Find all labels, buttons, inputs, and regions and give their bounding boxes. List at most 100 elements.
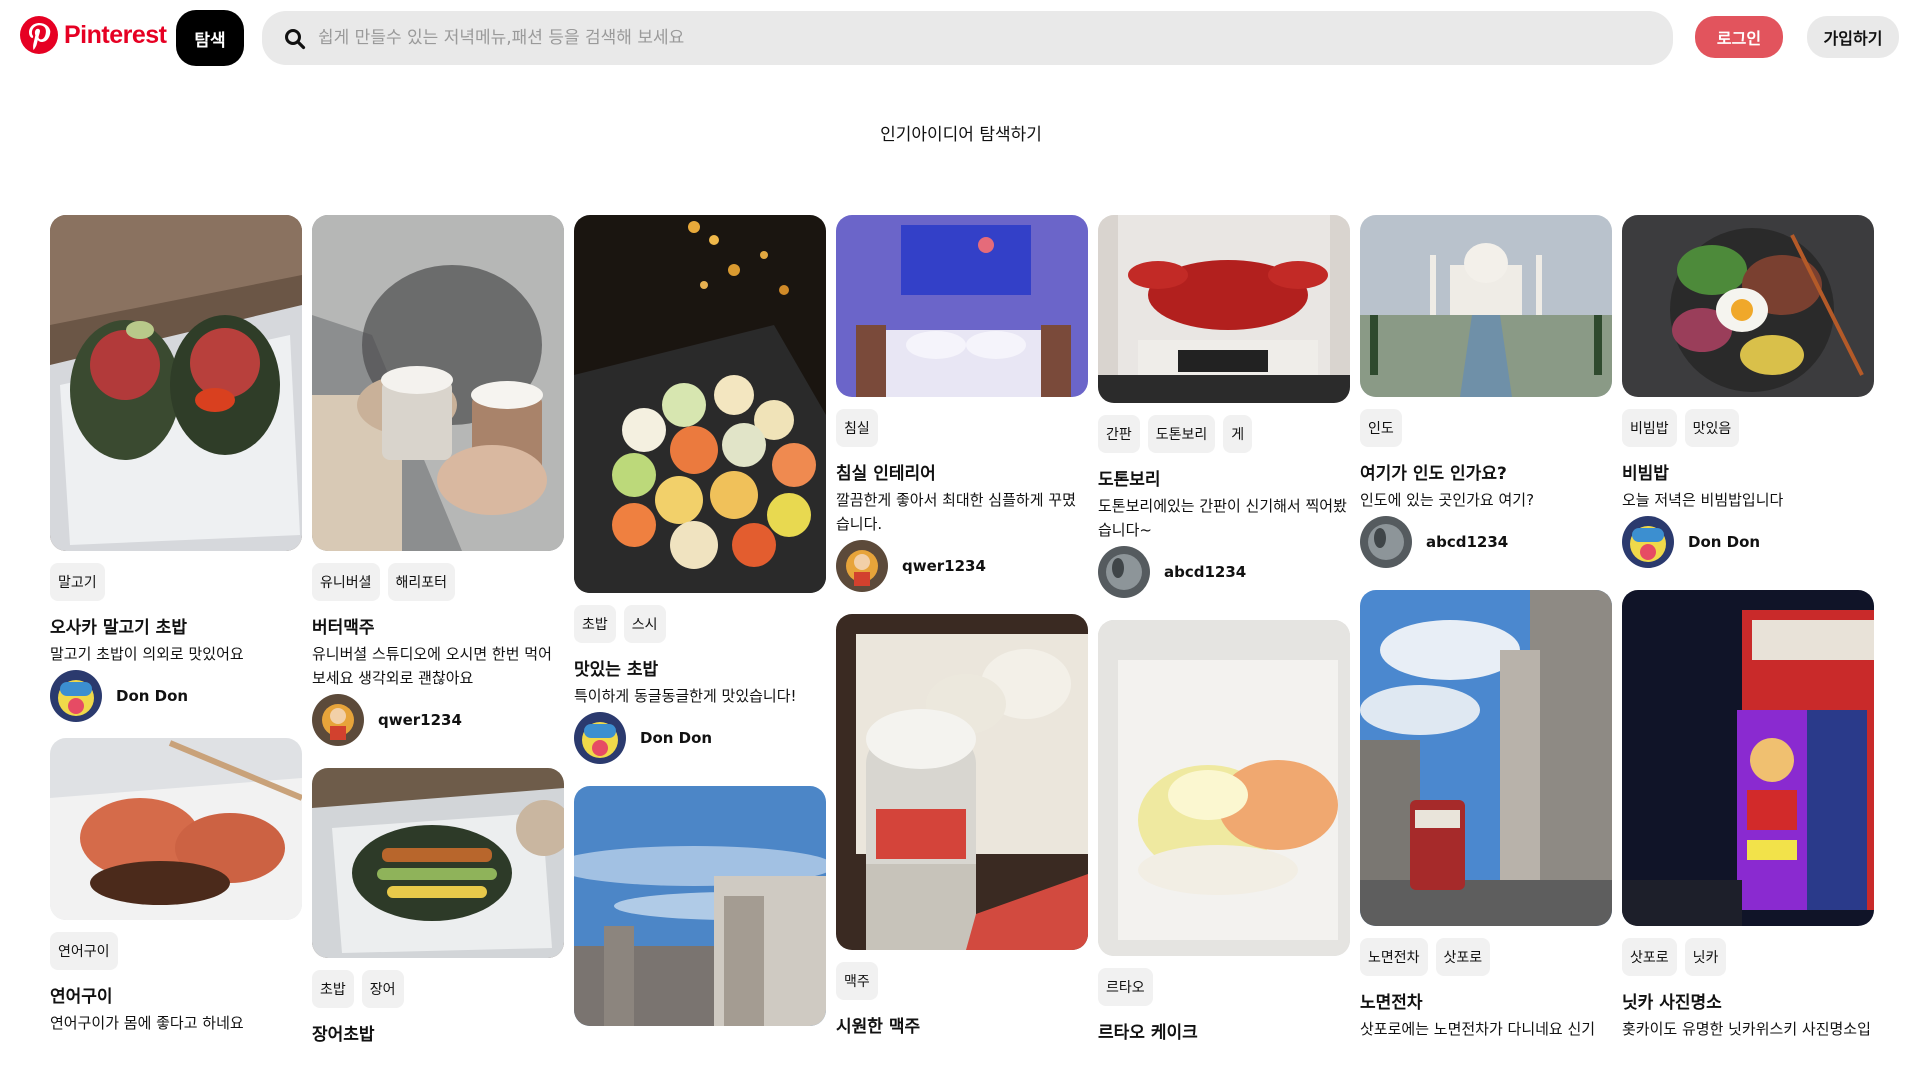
- tag-list: 연어구이: [50, 932, 302, 970]
- search-icon: [284, 28, 306, 50]
- explore-button[interactable]: 탐색: [176, 10, 244, 66]
- pin-card[interactable]: 간판 도톤보리 게 도톤보리 도톤보리에있는 간판이 신기해서 찍어봤습니다~ …: [1098, 215, 1350, 598]
- tag-list: 침실: [836, 409, 1088, 447]
- pin-author[interactable]: abcd1234: [1360, 516, 1612, 568]
- tag-list: 초밥 스시: [574, 605, 826, 643]
- pin-image[interactable]: [1098, 620, 1350, 956]
- tag-list: 삿포로 닛카: [1622, 938, 1874, 976]
- pin-column-7: 비빔밥 맛있음 비빔밥 오늘 저녁은 비빔밥입니다 Don Don 삿포로 닛카…: [1622, 215, 1874, 1063]
- tag-chip[interactable]: 게: [1223, 415, 1253, 453]
- pin-column-5: 간판 도톤보리 게 도톤보리 도톤보리에있는 간판이 신기해서 찍어봤습니다~ …: [1098, 215, 1350, 1065]
- tag-chip[interactable]: 맥주: [836, 962, 878, 1000]
- tag-chip[interactable]: 초밥: [312, 970, 354, 1008]
- tag-chip[interactable]: 말고기: [50, 563, 105, 601]
- pin-image[interactable]: [1622, 590, 1874, 926]
- pin-title: 버터맥주: [312, 618, 375, 638]
- pin-image[interactable]: [1360, 590, 1612, 926]
- avatar: [312, 694, 364, 746]
- pin-card[interactable]: 연어구이 연어구이 연어구이가 몸에 좋다고 하네요: [50, 738, 302, 1035]
- pin-card[interactable]: 초밥 장어 장어초밥: [312, 768, 564, 1045]
- avatar: [50, 670, 102, 722]
- pin-author[interactable]: Don Don: [50, 670, 302, 722]
- pinterest-logo[interactable]: Pinterest: [20, 15, 167, 55]
- tag-chip[interactable]: 장어: [361, 970, 404, 1008]
- tag-chip[interactable]: 스시: [623, 605, 666, 643]
- pin-image[interactable]: [1622, 215, 1874, 397]
- pin-image[interactable]: [1098, 215, 1350, 403]
- author-name: abcd1234: [1426, 533, 1509, 551]
- pin-image[interactable]: [574, 215, 826, 593]
- tag-list: 맥주: [836, 962, 1088, 1000]
- author-name: abcd1234: [1164, 563, 1247, 581]
- pin-title: 침실 인테리어: [836, 464, 936, 484]
- pin-column-2: 유니버셜 해리포터 버터맥주 유니버셜 스튜디오에 오시면 한번 먹어보세요 생…: [312, 215, 564, 1067]
- pin-image[interactable]: [50, 738, 302, 920]
- pin-image[interactable]: [312, 768, 564, 958]
- tag-chip[interactable]: 해리포터: [387, 563, 456, 601]
- pin-title: 닛카 사진명소: [1622, 993, 1722, 1013]
- section-title: 인기아이디어 탐색하기: [880, 125, 1042, 145]
- pin-author[interactable]: qwer1234: [836, 540, 1088, 592]
- pin-title: 시원한 맥주: [836, 1017, 921, 1037]
- pin-image[interactable]: [312, 215, 564, 551]
- pin-column-1: 말고기 오사카 말고기 초밥 말고기 초밥이 의외로 맛있어요 Don Don …: [50, 215, 302, 1057]
- pin-card[interactable]: 르타오 르타오 케이크: [1098, 620, 1350, 1043]
- avatar: [1360, 516, 1412, 568]
- pin-description: 깔끔한게 좋아서 최대한 심플하게 꾸몄습니다.: [836, 491, 1076, 533]
- tag-chip[interactable]: 연어구이: [50, 932, 118, 970]
- tag-list: 간판 도톤보리 게: [1098, 415, 1350, 453]
- tag-list: 르타오: [1098, 968, 1350, 1006]
- pinterest-logo-icon: [20, 16, 58, 54]
- pin-card[interactable]: [574, 786, 826, 1026]
- pin-card[interactable]: 비빔밥 맛있음 비빔밥 오늘 저녁은 비빔밥입니다 Don Don: [1622, 215, 1874, 568]
- pin-image[interactable]: [1360, 215, 1612, 397]
- pin-card[interactable]: 맥주 시원한 맥주: [836, 614, 1088, 1037]
- search-input[interactable]: [318, 11, 1648, 65]
- login-button[interactable]: 로그인: [1695, 16, 1783, 58]
- tag-chip[interactable]: 도톤보리: [1147, 415, 1216, 453]
- pin-card[interactable]: 유니버셜 해리포터 버터맥주 유니버셜 스튜디오에 오시면 한번 먹어보세요 생…: [312, 215, 564, 746]
- pin-card[interactable]: 삿포로 닛카 닛카 사진명소 홋카이도 유명한 닛카위스키 사진명소입: [1622, 590, 1874, 1041]
- pin-image[interactable]: [836, 614, 1088, 950]
- tag-list: 유니버셜 해리포터: [312, 563, 564, 601]
- tag-chip[interactable]: 맛있음: [1684, 409, 1740, 447]
- tag-list: 노면전차 삿포로: [1360, 938, 1612, 976]
- tag-list: 비빔밥 맛있음: [1622, 409, 1874, 447]
- pin-card[interactable]: 인도 여기가 인도 인가요? 인도에 있는 곳인가요 여기? abcd1234: [1360, 215, 1612, 568]
- pin-author[interactable]: Don Don: [574, 712, 826, 764]
- tag-chip[interactable]: 유니버셜: [312, 563, 380, 601]
- tag-chip[interactable]: 침실: [836, 409, 878, 447]
- search-bar[interactable]: [262, 11, 1673, 65]
- avatar: [1622, 516, 1674, 568]
- pin-card[interactable]: 침실 침실 인테리어 깔끔한게 좋아서 최대한 심플하게 꾸몄습니다. qwer…: [836, 215, 1088, 592]
- pin-card[interactable]: 말고기 오사카 말고기 초밥 말고기 초밥이 의외로 맛있어요 Don Don: [50, 215, 302, 722]
- pin-title: 르타오 케이크: [1098, 1023, 1198, 1043]
- pin-image[interactable]: [836, 215, 1088, 397]
- pin-description: 도톤보리에있는 간판이 신기해서 찍어봤습니다~: [1098, 497, 1347, 539]
- signup-button[interactable]: 가입하기: [1807, 16, 1899, 58]
- pin-title: 연어구이: [50, 987, 113, 1007]
- pin-title: 비빔밥: [1622, 464, 1669, 484]
- tag-list: 인도: [1360, 409, 1612, 447]
- pin-title: 오사카 말고기 초밥: [50, 618, 187, 638]
- pin-image[interactable]: [574, 786, 826, 1026]
- tag-chip[interactable]: 노면전차: [1360, 938, 1428, 976]
- tag-chip[interactable]: 삿포로: [1622, 938, 1677, 976]
- pin-title: 맛있는 초밥: [574, 660, 659, 680]
- pin-image[interactable]: [50, 215, 302, 551]
- tag-chip[interactable]: 간판: [1098, 415, 1140, 453]
- tag-chip[interactable]: 초밥: [574, 605, 616, 643]
- pin-card[interactable]: 초밥 스시 맛있는 초밥 특이하게 동글동글한게 맛있습니다! Don Don: [574, 215, 826, 764]
- pin-author[interactable]: abcd1234: [1098, 546, 1350, 598]
- pin-card[interactable]: 노면전차 삿포로 노면전차 삿포로에는 노면전차가 다니네요 신기: [1360, 590, 1612, 1041]
- avatar: [1098, 546, 1150, 598]
- tag-chip[interactable]: 닛카: [1684, 938, 1727, 976]
- tag-chip[interactable]: 인도: [1360, 409, 1402, 447]
- tag-chip[interactable]: 비빔밥: [1622, 409, 1677, 447]
- tag-chip[interactable]: 삿포로: [1435, 938, 1491, 976]
- pin-author[interactable]: Don Don: [1622, 516, 1874, 568]
- tag-chip[interactable]: 르타오: [1098, 968, 1153, 1006]
- author-name: qwer1234: [378, 711, 462, 729]
- tag-list: 초밥 장어: [312, 970, 564, 1008]
- pin-author[interactable]: qwer1234: [312, 694, 564, 746]
